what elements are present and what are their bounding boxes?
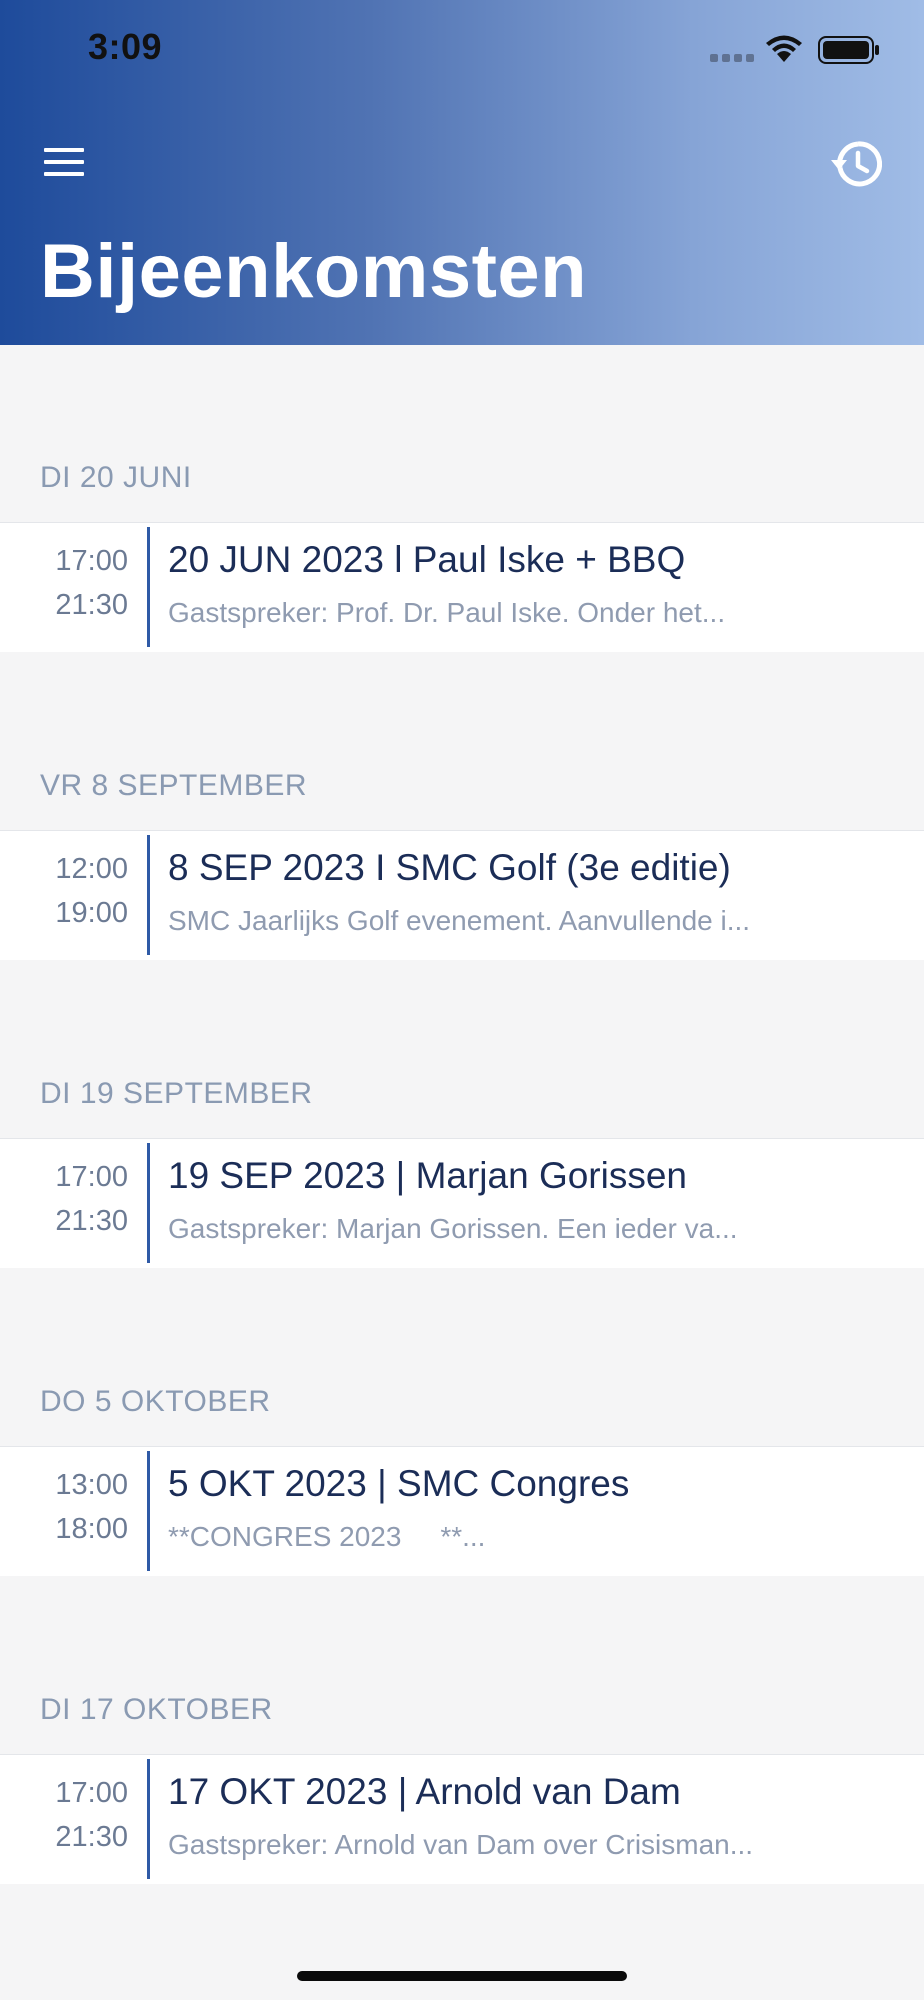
event-end-time: 21:30 — [55, 1821, 128, 1853]
events-list: DI 20 JUNI 17:00 21:30 20 JUN 2023 l Pau… — [0, 345, 924, 1885]
section-date-header: DI 20 JUNI — [40, 461, 192, 494]
event-row[interactable]: 13:00 18:00 5 OKT 2023 | SMC Congres **C… — [0, 1446, 924, 1576]
status-time: 3:09 — [88, 26, 163, 67]
history-icon[interactable] — [830, 138, 882, 190]
section-date-header: DI 17 OKTOBER — [40, 1693, 273, 1726]
event-description: Gastspreker: Marjan Gorissen. Een ieder … — [168, 1213, 738, 1244]
event-title: 20 JUN 2023 l Paul Iske + BBQ — [168, 539, 686, 580]
event-description: Gastspreker: Arnold van Dam over Crisism… — [168, 1829, 754, 1860]
event-title: 8 SEP 2023 I SMC Golf (3e editie) — [168, 847, 731, 888]
event-section: VR 8 SEPTEMBER 12:00 19:00 8 SEP 2023 I … — [0, 653, 924, 961]
event-divider — [147, 1143, 150, 1263]
event-title: 19 SEP 2023 | Marjan Gorissen — [168, 1155, 687, 1196]
event-start-time: 17:00 — [55, 1777, 128, 1809]
section-date-header: DI 19 SEPTEMBER — [40, 1077, 313, 1110]
event-times: 12:00 19:00 — [0, 847, 128, 935]
signal-icon — [710, 54, 754, 62]
battery-icon — [818, 36, 879, 64]
event-start-time: 12:00 — [55, 853, 128, 885]
event-divider — [147, 1759, 150, 1879]
event-divider — [147, 527, 150, 647]
screen: 3:09 Bijeenkomsten DI 20 JUNI 17:00 21:3… — [0, 0, 924, 2000]
event-section: DI 20 JUNI 17:00 21:30 20 JUN 2023 l Pau… — [0, 345, 924, 653]
event-end-time: 19:00 — [55, 897, 128, 929]
menu-icon — [44, 148, 84, 152]
event-times: 17:00 21:30 — [0, 539, 128, 627]
event-title: 17 OKT 2023 | Arnold van Dam — [168, 1771, 681, 1812]
header: 3:09 Bijeenkomsten — [0, 0, 924, 345]
home-indicator[interactable] — [297, 1971, 627, 1981]
event-row[interactable]: 17:00 21:30 17 OKT 2023 | Arnold van Dam… — [0, 1754, 924, 1884]
event-section: DI 17 OKTOBER 17:00 21:30 17 OKT 2023 | … — [0, 1577, 924, 1885]
menu-button[interactable] — [38, 140, 90, 184]
event-end-time: 18:00 — [55, 1513, 128, 1545]
event-start-time: 17:00 — [55, 545, 128, 577]
event-times: 17:00 21:30 — [0, 1155, 128, 1243]
event-row[interactable]: 17:00 21:30 19 SEP 2023 | Marjan Gorisse… — [0, 1138, 924, 1268]
event-row[interactable]: 12:00 19:00 8 SEP 2023 I SMC Golf (3e ed… — [0, 830, 924, 960]
event-description: Gastspreker: Prof. Dr. Paul Iske. Onder … — [168, 597, 726, 628]
event-title: 5 OKT 2023 | SMC Congres — [168, 1463, 630, 1504]
event-section: DO 5 OKTOBER 13:00 18:00 5 OKT 2023 | SM… — [0, 1269, 924, 1577]
event-section: DI 19 SEPTEMBER 17:00 21:30 19 SEP 2023 … — [0, 961, 924, 1269]
page-title: Bijeenkomsten — [40, 229, 588, 314]
event-description: SMC Jaarlijks Golf evenement. Aanvullend… — [168, 905, 751, 936]
event-divider — [147, 835, 150, 955]
section-date-header: VR 8 SEPTEMBER — [40, 769, 308, 802]
section-date-header: DO 5 OKTOBER — [40, 1385, 271, 1418]
event-row[interactable]: 17:00 21:30 20 JUN 2023 l Paul Iske + BB… — [0, 522, 924, 652]
event-times: 17:00 21:30 — [0, 1771, 128, 1859]
event-end-time: 21:30 — [55, 1205, 128, 1237]
wifi-icon — [766, 35, 802, 62]
event-start-time: 13:00 — [55, 1469, 128, 1501]
event-divider — [147, 1451, 150, 1571]
event-start-time: 17:00 — [55, 1161, 128, 1193]
event-end-time: 21:30 — [55, 589, 128, 621]
event-description: **CONGRES 2023 **... — [168, 1521, 486, 1552]
event-times: 13:00 18:00 — [0, 1463, 128, 1551]
